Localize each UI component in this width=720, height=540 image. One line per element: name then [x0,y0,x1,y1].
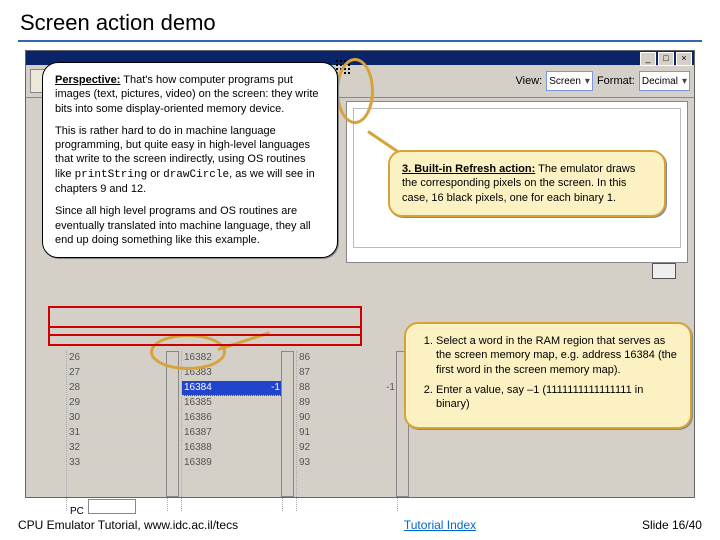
ram-row[interactable]: 29 [67,396,167,411]
footer-left: CPU Emulator Tutorial, www.idc.ac.il/tec… [18,518,238,532]
ram-col-2: 163821638316384-116385163861638716388163… [181,351,283,511]
pc-box: PC [70,499,136,517]
ram-row[interactable]: 87 [297,366,397,381]
ram-row[interactable]: 32 [67,441,167,456]
ram-row[interactable]: 88-1 [297,381,397,396]
ram-row[interactable]: 33 [67,456,167,471]
ram-row[interactable]: 30 [67,411,167,426]
slide-footer: CPU Emulator Tutorial, www.idc.ac.il/tec… [18,518,702,532]
ram-row[interactable]: 28 [67,381,167,396]
window-close-button[interactable]: × [676,52,692,66]
ram-col-1: 2627282930313233 [66,351,168,511]
ram-row[interactable]: 16387 [182,426,282,441]
keyboard-icon [652,263,676,279]
ram-row[interactable]: 93 [297,456,397,471]
ram-row[interactable]: 16389 [182,456,282,471]
tutorial-index-link[interactable]: Tutorial Index [404,518,476,532]
ram-row[interactable]: 16385 [182,396,282,411]
ram-row[interactable]: 31 [67,426,167,441]
format-label: Format: [597,75,635,87]
ram-row[interactable]: 86 [297,351,397,366]
ram-row[interactable]: 16384-1 [182,381,282,396]
footer-right: Slide 16/40 [642,518,702,532]
red-box-2 [48,326,362,346]
refresh-callout: 3. Built-in Refresh action: The emulator… [388,150,666,217]
view-label: View: [516,75,543,87]
ram-row[interactable]: 92 [297,441,397,456]
ram-row[interactable]: 90 [297,411,397,426]
scrollbar[interactable] [166,351,179,497]
steps-callout: Select a word in the RAM region that ser… [404,322,692,429]
step-2: Enter a value, say –1 (1111111111111111 … [436,383,678,412]
ram-row[interactable]: 27 [67,366,167,381]
title-rule [18,40,702,42]
ram-row[interactable]: 16386 [182,411,282,426]
format-select[interactable]: Decimal▾ [639,71,690,91]
ram-row[interactable]: 16388 [182,441,282,456]
slide-title: Screen action demo [0,0,720,40]
ram-grid: 2627282930313233 163821638316384-1163851… [66,351,406,511]
ram-col-3: 868788-18990919293 [296,351,398,511]
ram-row[interactable]: 89 [297,396,397,411]
perspective-callout: Perspective: That's how computer program… [42,62,338,258]
scrollbar[interactable] [281,351,294,497]
window-min-button[interactable]: _ [640,52,656,66]
view-select[interactable]: Screen▾ [546,71,593,91]
highlight-oval-screen [336,58,374,124]
ram-row[interactable]: 91 [297,426,397,441]
step-1: Select a word in the RAM region that ser… [436,334,678,377]
window-max-button[interactable]: □ [658,52,674,66]
